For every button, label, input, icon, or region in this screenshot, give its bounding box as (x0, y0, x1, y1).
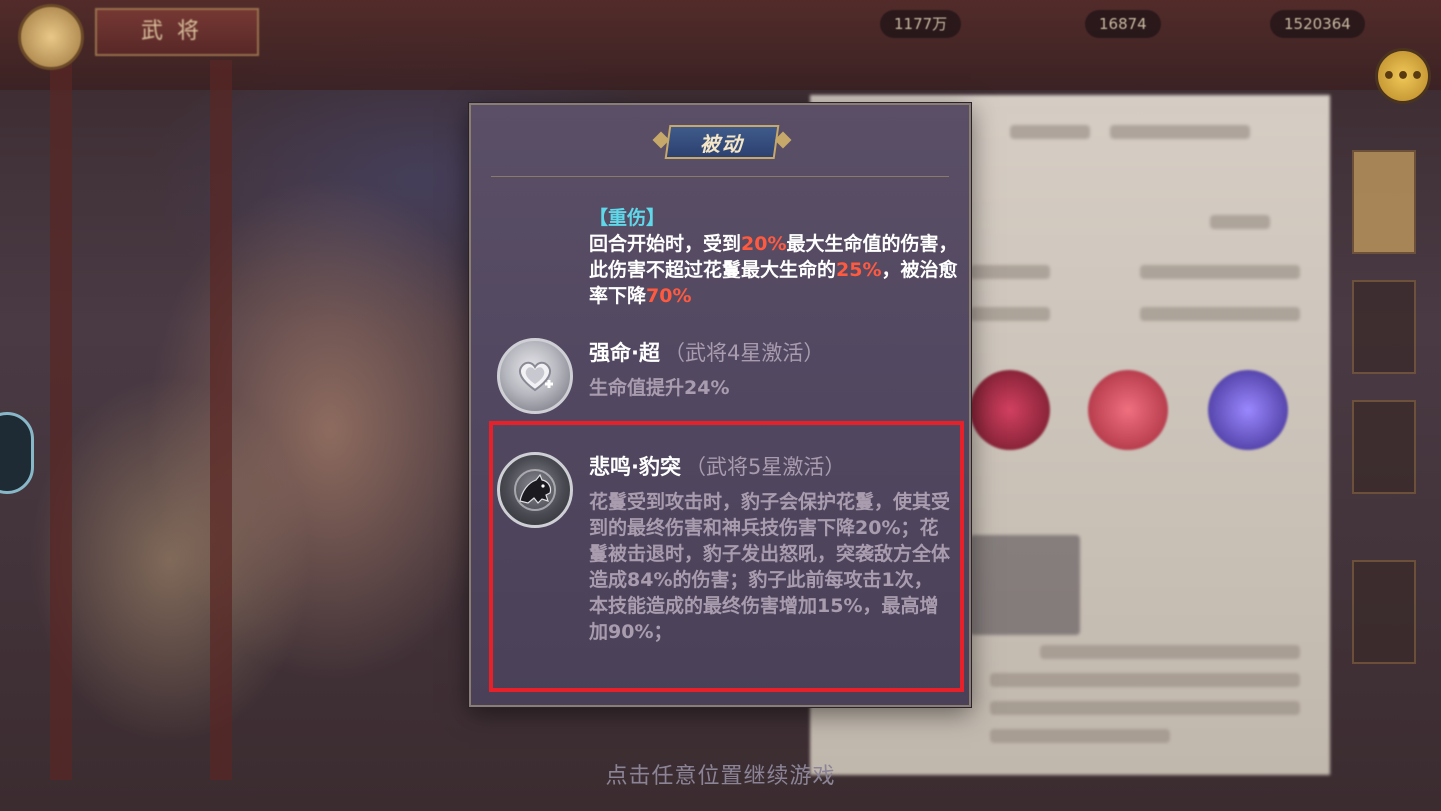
equipment-orb[interactable] (1208, 370, 1288, 450)
side-tab[interactable] (1352, 400, 1416, 494)
resource-gem: 1520364 (1270, 10, 1365, 38)
equipment-orb[interactable] (1088, 370, 1168, 450)
skill-tag: 【重伤】 (589, 207, 666, 229)
entry-title: 强命·超 （武将4星激活） (589, 338, 824, 368)
side-menu-icon[interactable] (0, 412, 34, 494)
page-title-banner: 武将 (95, 8, 259, 56)
entry-description: 生命值提升24% (589, 377, 730, 399)
desc-value: 70% (646, 285, 692, 307)
side-tab[interactable] (1352, 280, 1416, 374)
desc-value: 20% (741, 233, 787, 255)
chat-bubble-icon[interactable]: ••• (1375, 48, 1431, 104)
entry-condition: （武将4星激活） (663, 341, 825, 365)
background-post (50, 60, 72, 780)
background-post (210, 60, 232, 780)
annotation-highlight-box (489, 421, 964, 692)
title-medal-icon[interactable] (18, 4, 84, 70)
side-tab[interactable] (1352, 150, 1416, 254)
resource-ingot: 16874 (1085, 10, 1161, 38)
skill-description: 回合开始时，受到20%最大生命值的伤害，此伤害不超过花鬘最大生命的25%，被治愈… (589, 231, 959, 309)
desc-text: 回合开始时，受到 (589, 233, 742, 255)
desc-value: 25% (836, 259, 882, 281)
resource-gold: 1177万 (880, 10, 962, 38)
star-bonus-entry: 强命·超 （武将4星激活） 生命值提升24% (497, 338, 957, 418)
side-tab[interactable] (1352, 560, 1416, 664)
modal-title: 被动 (700, 131, 744, 156)
passive-skill-block: 【重伤】 回合开始时，受到20%最大生命值的伤害，此伤害不超过花鬘最大生命的25… (589, 205, 959, 309)
header-divider (491, 176, 949, 177)
modal-title-badge: 被动 (664, 125, 780, 159)
continue-hint: 点击任意位置继续游戏 (605, 764, 836, 789)
entry-name: 强命·超 (589, 341, 660, 365)
heart-plus-icon (497, 338, 573, 414)
equipment-orb[interactable] (970, 370, 1050, 450)
